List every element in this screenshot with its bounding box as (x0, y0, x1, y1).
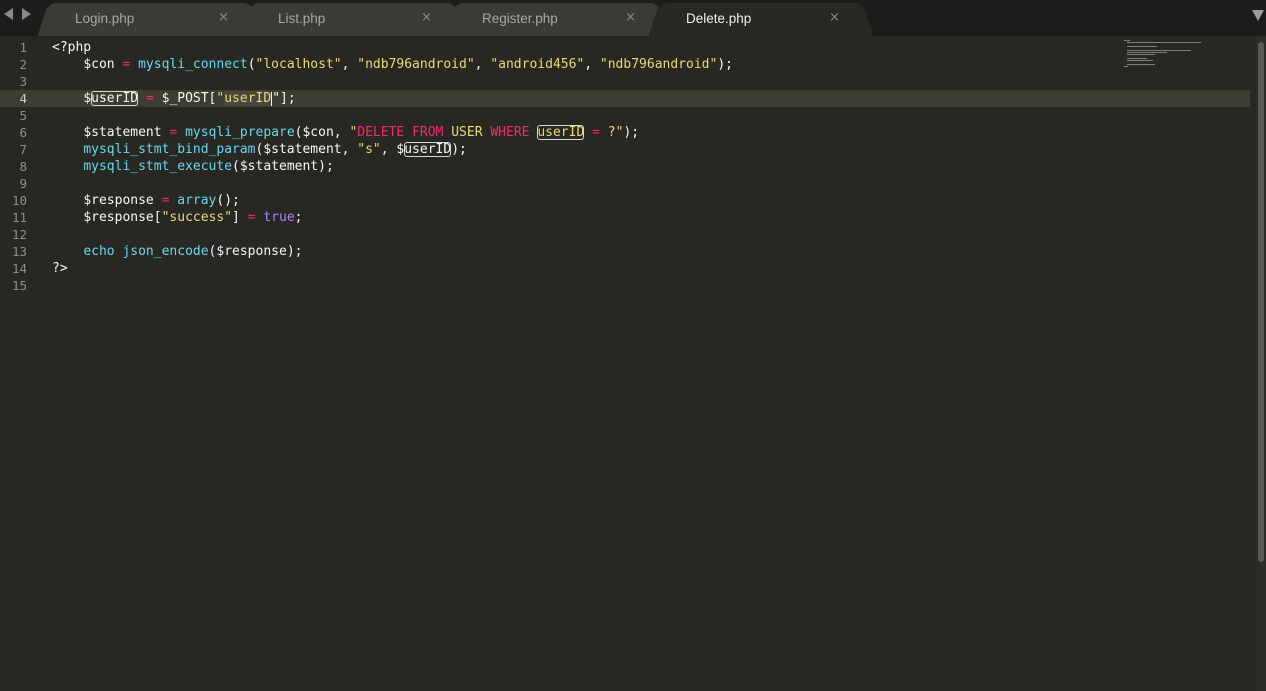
tab-close-icon[interactable]: × (421, 10, 432, 25)
selection-match: userID (91, 91, 139, 106)
code-area[interactable]: <?php $con = mysqli_connect("localhost",… (46, 39, 1256, 294)
scrollbar-thumb[interactable] (1258, 42, 1264, 562)
tab-list[interactable]: List.php × (258, 3, 448, 36)
line-number: 11 (11, 210, 27, 225)
code-line: mysqli_stmt_execute($statement); (83, 159, 334, 174)
tab-login[interactable]: Login.php × (55, 3, 245, 36)
line-number: 15 (11, 278, 27, 293)
line-number: 12 (11, 227, 27, 242)
tab-close-icon[interactable]: × (625, 10, 636, 25)
selection-match: userID (404, 142, 452, 157)
line-number: 1 (19, 40, 27, 55)
line-number: 13 (11, 244, 27, 259)
line-number: 6 (19, 125, 27, 140)
line-number: 7 (19, 142, 27, 157)
tab-label: Register.php (482, 11, 558, 26)
tabs-dropdown-icon[interactable] (1252, 10, 1264, 21)
tab-label: Login.php (75, 11, 135, 26)
minimap[interactable] (1124, 40, 1204, 70)
tab-label: Delete.php (686, 11, 752, 26)
line-number: 2 (19, 57, 27, 72)
line-number: 9 (19, 176, 27, 191)
tab-delete[interactable]: Delete.php × (666, 3, 856, 36)
line-number: 8 (19, 159, 27, 174)
line-number: 4 (0, 90, 46, 107)
code-line: mysqli_stmt_bind_param($statement, "s", … (83, 142, 467, 157)
code-line: $response["success"] = true; (83, 210, 303, 225)
line-number-gutter: 1 2 3 4 5 6 7 8 9 10 11 12 13 14 15 (0, 39, 46, 294)
text-selection: userID (224, 91, 272, 106)
code-line: $statement = mysqli_prepare($con, "DELET… (83, 125, 640, 140)
line-number: 14 (11, 261, 27, 276)
code-line: $con = mysqli_connect("localhost", "ndb7… (83, 57, 733, 72)
vertical-scrollbar[interactable] (1256, 36, 1266, 691)
selection-match: userID (537, 125, 585, 140)
line-number: 5 (19, 108, 27, 123)
code-line: <?php (52, 40, 92, 55)
code-line: $response = array(); (83, 193, 240, 208)
tab-scroll-left-icon[interactable] (4, 8, 13, 20)
tab-close-icon[interactable]: × (829, 10, 840, 25)
code-line: ?> (52, 261, 68, 276)
tab-scroll-right-icon[interactable] (22, 8, 31, 20)
current-code-line: $userID = $_POST["userID"]; (46, 90, 1256, 107)
tab-close-icon[interactable]: × (218, 10, 229, 25)
line-number: 3 (19, 74, 27, 89)
code-editor[interactable]: 1 2 3 4 5 6 7 8 9 10 11 12 13 14 15 <?ph… (0, 36, 1256, 691)
tab-register[interactable]: Register.php × (462, 3, 652, 36)
code-line: echo json_encode($response); (83, 244, 303, 259)
tab-label: List.php (278, 11, 326, 26)
line-number: 10 (11, 193, 27, 208)
tab-bar: Login.php × List.php × Register.php × De… (0, 0, 1266, 36)
